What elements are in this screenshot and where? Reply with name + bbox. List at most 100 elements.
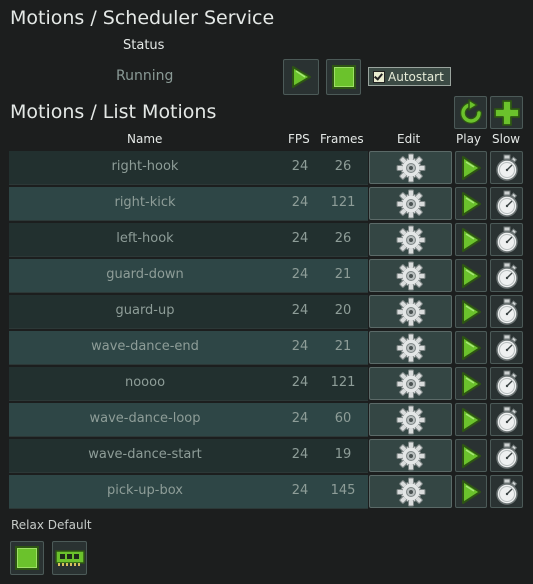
edit-motion-button[interactable]: [369, 187, 452, 220]
add-motion-button[interactable]: [490, 96, 523, 129]
motion-fps: 24: [291, 447, 309, 462]
gear-icon: [396, 477, 425, 506]
relax-default-label: Relax Default: [11, 518, 92, 532]
stopwatch-icon: [495, 442, 518, 469]
play-slow-button[interactable]: [490, 331, 523, 364]
play-icon: [462, 191, 481, 216]
list-motions-title: Motions / List Motions: [10, 101, 217, 123]
refresh-button[interactable]: [454, 96, 487, 129]
motion-name-cell: right-kick 24 121: [9, 187, 368, 221]
edit-motion-button[interactable]: [369, 403, 452, 436]
motion-name: guard-down: [106, 267, 184, 282]
motion-name-cell: left-hook 24 26: [9, 223, 368, 257]
motion-frames: 121: [330, 195, 356, 210]
stopwatch-icon: [495, 478, 518, 505]
column-header-edit: Edit: [397, 132, 421, 146]
gear-icon: [396, 405, 425, 434]
gear-icon: [396, 369, 425, 398]
play-slow-button[interactable]: [490, 295, 523, 328]
motion-row: right-hook 24 26: [9, 151, 524, 185]
relax-stop-button[interactable]: [10, 541, 44, 575]
edit-motion-button[interactable]: [369, 151, 452, 184]
gear-icon: [396, 153, 425, 182]
motion-fps: 24: [291, 339, 309, 354]
motion-fps: 24: [291, 159, 309, 174]
play-slow-button[interactable]: [490, 439, 523, 472]
play-motion-button[interactable]: [455, 295, 487, 328]
motion-name: noooo: [124, 375, 166, 390]
gear-icon: [396, 333, 425, 362]
motion-row: right-kick 24 121: [9, 187, 524, 221]
motion-fps: 24: [291, 195, 309, 210]
motion-fps: 24: [291, 303, 309, 318]
play-slow-button[interactable]: [490, 259, 523, 292]
motion-row: wave-dance-start 24 19: [9, 439, 524, 473]
motion-name: wave-dance-start: [88, 447, 202, 462]
motion-name: guard-up: [115, 303, 175, 318]
play-icon: [462, 155, 481, 180]
stopwatch-icon: [495, 406, 518, 433]
play-motion-button[interactable]: [455, 331, 487, 364]
play-slow-button[interactable]: [490, 223, 523, 256]
stopwatch-icon: [495, 370, 518, 397]
column-header-fps: FPS: [288, 132, 310, 146]
edit-motion-button[interactable]: [369, 439, 452, 472]
motion-name-cell: wave-dance-end 24 21: [9, 331, 368, 365]
play-slow-button[interactable]: [490, 403, 523, 436]
play-motion-button[interactable]: [455, 151, 487, 184]
edit-motion-button[interactable]: [369, 223, 452, 256]
gear-icon: [396, 297, 425, 326]
gear-icon: [396, 225, 425, 254]
play-motion-button[interactable]: [455, 475, 487, 508]
play-motion-button[interactable]: [455, 367, 487, 400]
motion-fps: 24: [291, 267, 309, 282]
relax-memory-button[interactable]: [52, 541, 87, 575]
column-header-play: Play: [456, 132, 482, 146]
start-service-button[interactable]: [283, 59, 319, 95]
status-value: Running: [116, 68, 174, 84]
play-slow-button[interactable]: [490, 367, 523, 400]
motion-name: left-hook: [116, 231, 174, 246]
motion-frames: 21: [334, 267, 352, 282]
motion-name: wave-dance-end: [91, 339, 199, 354]
edit-motion-button[interactable]: [369, 367, 452, 400]
checkbox-checked-icon[interactable]: [373, 70, 385, 83]
motion-fps: 24: [291, 375, 309, 390]
motion-name: right-kick: [114, 195, 176, 210]
column-header-slow: Slow: [492, 132, 521, 146]
edit-motion-button[interactable]: [369, 331, 452, 364]
play-icon: [462, 371, 481, 396]
play-motion-button[interactable]: [455, 259, 487, 292]
refresh-icon: [459, 98, 482, 124]
play-icon: [462, 443, 481, 468]
motion-name-cell: right-hook 24 26: [9, 151, 368, 185]
play-icon: [462, 227, 481, 252]
motion-frames: 26: [334, 159, 352, 174]
motion-name: right-hook: [111, 159, 179, 174]
play-slow-button[interactable]: [490, 475, 523, 508]
scheduler-service-title: Motions / Scheduler Service: [10, 7, 275, 29]
motion-name-cell: noooo 24 121: [9, 367, 368, 401]
stopwatch-icon: [495, 154, 518, 181]
play-slow-button[interactable]: [490, 187, 523, 220]
play-slow-button[interactable]: [490, 151, 523, 184]
edit-motion-button[interactable]: [369, 475, 452, 508]
stop-icon: [15, 546, 39, 570]
status-label: Status: [123, 38, 165, 53]
play-icon: [292, 66, 311, 88]
edit-motion-button[interactable]: [369, 259, 452, 292]
motion-row: wave-dance-end 24 21: [9, 331, 524, 365]
edit-motion-button[interactable]: [369, 295, 452, 328]
play-motion-button[interactable]: [455, 403, 487, 436]
autostart-checkbox[interactable]: Autostart: [368, 67, 451, 86]
play-motion-button[interactable]: [455, 439, 487, 472]
motion-frames: 20: [334, 303, 352, 318]
stop-icon: [331, 65, 356, 89]
motion-frames: 26: [334, 231, 352, 246]
play-icon: [462, 479, 481, 504]
play-motion-button[interactable]: [455, 187, 487, 220]
play-icon: [462, 299, 481, 324]
stop-service-button[interactable]: [326, 59, 361, 95]
motion-row: guard-up 24 20: [9, 295, 524, 329]
play-motion-button[interactable]: [455, 223, 487, 256]
